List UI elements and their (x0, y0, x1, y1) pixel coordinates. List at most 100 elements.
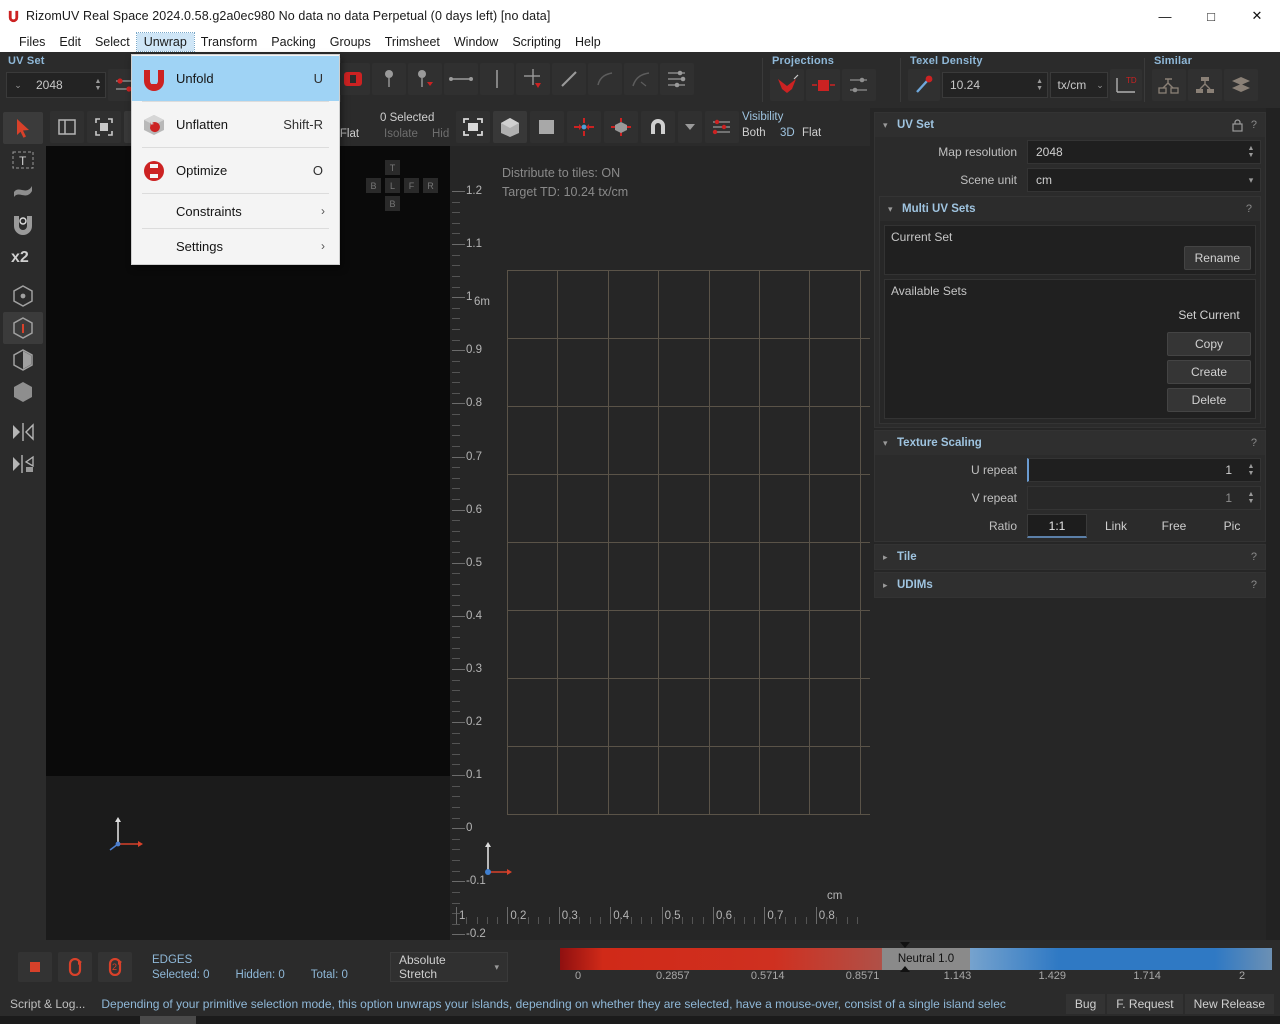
menu-item-optimize[interactable]: Optimize O (132, 148, 339, 193)
u-repeat-input[interactable]: 1 ▲ ▼ (1027, 458, 1261, 482)
apply-td-icon[interactable]: TD (1110, 69, 1142, 101)
help-icon[interactable]: ? (1251, 579, 1257, 591)
uv-horizontal-ruler[interactable]: 1 0.2 0.3 0.4 0.5 0.6 0.7 0.8 (450, 904, 870, 924)
menu-unwrap[interactable]: Unwrap (135, 32, 195, 52)
similar-merge-icon[interactable] (1188, 69, 1222, 101)
map-resolution-field[interactable]: ⌄ 2048 ▲ ▼ (6, 72, 106, 98)
bug-link[interactable]: Bug (1065, 994, 1106, 1014)
stretch-mode-select[interactable]: Absolute Stretch ▾ (390, 952, 508, 982)
ratio-option-link[interactable]: Link (1087, 514, 1145, 538)
symmetry-tool-icon[interactable] (3, 208, 43, 240)
chevron-right-icon[interactable]: ▸ (883, 580, 897, 591)
loop-icon[interactable] (58, 952, 92, 982)
menu-scripting[interactable]: Scripting (505, 33, 568, 51)
section-multi-uv-sets-header[interactable]: ▾ Multi UV Sets ? (880, 197, 1260, 221)
similar-split-icon[interactable] (1152, 69, 1186, 101)
v-repeat-input[interactable]: 1 ▲ ▼ (1027, 486, 1261, 510)
texel-density-stepper[interactable]: ▲ ▼ (1033, 78, 1047, 92)
chevron-down-icon[interactable]: ⌄ (1093, 80, 1107, 89)
mirror-grid-icon[interactable] (3, 448, 43, 480)
cubeview-left[interactable]: L (385, 178, 400, 193)
project-fan-icon[interactable] (770, 69, 804, 101)
uv-vertical-ruler[interactable]: 1.2 1.1 1 0.9 0.8 0.7 0.6 0.5 0.4 0.3 0.2 0.1 0 -0.1-… (450, 146, 486, 940)
uv-snap-box-icon[interactable] (604, 111, 638, 143)
uv-cube-icon[interactable] (493, 111, 527, 143)
delete-button[interactable]: Delete (1167, 388, 1251, 412)
resolution-stepper[interactable]: ▲ ▼ (91, 78, 105, 92)
multiply-x2-icon[interactable]: x2 (3, 240, 43, 272)
optimize-tool-icon[interactable] (336, 63, 370, 95)
uv-fit-view-icon[interactable] (456, 111, 490, 143)
uv-flat-icon[interactable] (530, 111, 564, 143)
texel-density-field[interactable]: 10.24 ▲ ▼ (942, 72, 1048, 98)
menu-item-settings[interactable]: Settings › (132, 229, 339, 263)
mesh-flag-icon[interactable] (3, 176, 43, 208)
chevron-down-icon[interactable]: ▾ (494, 962, 499, 973)
texture-tool-icon[interactable]: T (3, 144, 43, 176)
new-release-link[interactable]: New Release (1184, 994, 1274, 1014)
copy-button[interactable]: Copy (1167, 332, 1251, 356)
chevron-down-icon[interactable]: ▾ (888, 204, 902, 215)
unpin-tool-icon[interactable] (408, 63, 442, 95)
maximize-button[interactable]: □ (1188, 0, 1234, 32)
u-repeat-stepper[interactable]: ▲ ▼ (1242, 463, 1260, 477)
rename-button[interactable]: Rename (1183, 246, 1251, 270)
cubeview-back[interactable]: B (366, 178, 381, 193)
curve-flatten-icon[interactable] (624, 63, 658, 95)
menu-groups[interactable]: Groups (323, 33, 378, 51)
hex-center-icon[interactable] (3, 280, 43, 312)
map-resolution-stepper[interactable]: ▲ ▼ (1242, 145, 1260, 159)
available-sets-box[interactable]: Available Sets Set Current Copy Create D… (884, 279, 1256, 419)
cubeview-top[interactable]: T (385, 160, 400, 175)
cross-unpin-icon[interactable] (516, 63, 550, 95)
minimize-button[interactable]: — (1142, 0, 1188, 32)
map-resolution-input[interactable]: 2048 ▲ ▼ (1027, 140, 1261, 164)
straight-line-icon[interactable] (552, 63, 586, 95)
script-log-button[interactable]: Script & Log... (0, 997, 95, 1011)
chevron-right-icon[interactable]: ▸ (883, 552, 897, 563)
ratio-option-free[interactable]: Free (1145, 514, 1203, 538)
pin-tool-icon[interactable] (372, 63, 406, 95)
menu-window[interactable]: Window (447, 33, 505, 51)
cubeview-front[interactable]: F (404, 178, 419, 193)
hide-button[interactable]: Hid (432, 128, 449, 140)
menu-files[interactable]: Files (12, 33, 52, 51)
curve-tool-icon[interactable] (588, 63, 622, 95)
section-udims-header[interactable]: ▸ UDIMs ? (875, 573, 1265, 597)
fit-view-icon[interactable] (87, 111, 121, 143)
create-button[interactable]: Create (1167, 360, 1251, 384)
visibility-flat-button[interactable]: Flat (802, 127, 821, 139)
section-tile-header[interactable]: ▸ Tile ? (875, 545, 1265, 569)
mirror-tool-icon[interactable] (3, 416, 43, 448)
lock-icon[interactable] (1232, 118, 1243, 132)
visibility-3d-button[interactable]: 3D (780, 127, 795, 139)
split-view-icon[interactable] (50, 111, 84, 143)
help-icon[interactable]: ? (1251, 551, 1257, 563)
loop2-icon[interactable]: 2 (98, 952, 132, 982)
menu-item-constraints[interactable]: Constraints › (132, 194, 339, 228)
current-set-box[interactable]: Current Set Rename (884, 225, 1256, 275)
menu-trimsheet[interactable]: Trimsheet (378, 33, 447, 51)
magnet-snap-icon[interactable] (641, 111, 675, 143)
ratio-option-1-1[interactable]: 1:1 (1027, 514, 1087, 538)
menu-transform[interactable]: Transform (194, 33, 265, 51)
chevron-down-icon[interactable]: ▾ (883, 120, 897, 131)
menu-edit[interactable]: Edit (52, 33, 88, 51)
stretch-gradient-bar[interactable]: Neutral 1.0 (560, 942, 1272, 972)
menu-packing[interactable]: Packing (264, 33, 322, 51)
select-cursor-icon[interactable] (3, 112, 43, 144)
section-texture-scaling-header[interactable]: ▾ Texture Scaling ? (875, 431, 1265, 455)
cubeview-bottom[interactable]: B (385, 196, 400, 211)
visibility-settings-icon[interactable] (705, 111, 739, 143)
section-uv-set-header[interactable]: ▾ UV Set ? (875, 113, 1265, 137)
taskbar-item[interactable] (140, 1016, 196, 1024)
chevron-down-icon[interactable]: ▾ (1242, 175, 1260, 186)
menu-help[interactable]: Help (568, 33, 608, 51)
eyedropper-icon[interactable] (908, 69, 940, 101)
chevron-down-icon[interactable]: ⌄ (7, 80, 29, 89)
edge-vertical-icon[interactable] (480, 63, 514, 95)
visibility-both-button[interactable]: Both (742, 127, 766, 139)
viewport-uv[interactable]: Distribute to tiles: ON Target TD: 10.24… (450, 146, 870, 940)
help-icon[interactable]: ? (1246, 203, 1252, 215)
hex-filled-icon[interactable] (3, 376, 43, 408)
